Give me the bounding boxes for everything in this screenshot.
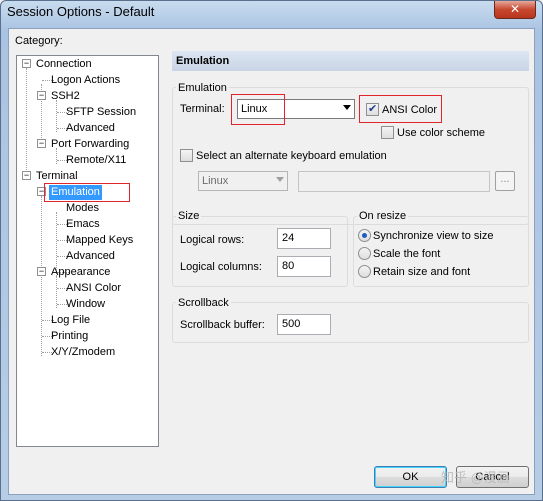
retain-size-radio[interactable] — [358, 265, 371, 278]
scale-font-radio[interactable] — [358, 247, 371, 260]
scrollback-group-label: Scrollback — [176, 297, 231, 309]
tree-connector — [41, 196, 42, 356]
collapse-connection-icon[interactable]: − — [22, 59, 31, 68]
emulation-group-label: Emulation — [176, 82, 229, 94]
tree-item-logon-actions[interactable]: Logon Actions — [49, 73, 122, 88]
window-title: Session Options - Default — [7, 4, 155, 19]
tree-item-ansi-color[interactable]: ANSI Color — [64, 281, 123, 296]
size-group-label: Size — [176, 210, 202, 222]
logical-rows-input[interactable]: 24 — [277, 228, 331, 249]
on-resize-group-label: On resize — [357, 210, 409, 222]
use-color-scheme-checkbox[interactable] — [381, 126, 394, 139]
browse-button[interactable]: ... — [495, 171, 515, 191]
tree-item-emacs[interactable]: Emacs — [64, 217, 102, 232]
tree-item-printing[interactable]: Printing — [49, 329, 90, 344]
collapse-appearance-icon[interactable]: − — [37, 267, 46, 276]
tree-item-appearance[interactable]: Appearance — [49, 265, 112, 280]
scrollback-buffer-input[interactable]: 500 — [277, 314, 331, 335]
category-label: Category: — [15, 35, 63, 47]
scale-font-label[interactable]: Scale the font — [373, 248, 440, 260]
tree-item-sftp-session[interactable]: SFTP Session — [64, 105, 138, 120]
annotation-highlight-terminal — [231, 94, 285, 125]
chevron-down-icon — [343, 105, 351, 110]
title-bar[interactable]: Session Options - Default ✕ — [1, 1, 542, 25]
close-button[interactable]: ✕ — [494, 1, 536, 19]
panel-title: Emulation — [172, 51, 529, 71]
logical-columns-input[interactable]: 80 — [277, 256, 331, 277]
annotation-highlight-emulation — [44, 183, 130, 202]
tree-item-window[interactable]: Window — [64, 297, 107, 312]
tree-item-port-forwarding[interactable]: Port Forwarding — [49, 137, 131, 152]
scrollback-buffer-label: Scrollback buffer: — [180, 319, 265, 331]
tree-item-log-file[interactable]: Log File — [49, 313, 92, 328]
tree-item-connection[interactable]: Connection — [34, 57, 94, 72]
collapse-terminal-icon[interactable]: − — [22, 171, 31, 180]
alternate-emulation-value: Linux — [202, 175, 229, 187]
logical-rows-label: Logical rows: — [180, 234, 245, 246]
retain-size-label[interactable]: Retain size and font — [373, 266, 470, 278]
tree-item-modes[interactable]: Modes — [64, 201, 101, 216]
tree-item-ssh2-advanced[interactable]: Advanced — [64, 121, 117, 136]
tree-item-terminal[interactable]: Terminal — [34, 169, 80, 184]
category-tree[interactable]: − − − − − − Connection Logon Actions SSH… — [16, 55, 159, 447]
alternate-emulation-label[interactable]: Select an alternate keyboard emulation — [196, 150, 387, 162]
tree-item-emulation-advanced[interactable]: Advanced — [64, 249, 117, 264]
collapse-port-forwarding-icon[interactable]: − — [37, 139, 46, 148]
alternate-emulation-path[interactable] — [298, 171, 490, 192]
watermark: 知乎 @漫画 — [441, 470, 510, 485]
synchronize-view-label[interactable]: Synchronize view to size — [373, 230, 493, 242]
chevron-down-icon — [276, 177, 284, 182]
synchronize-view-radio[interactable] — [358, 229, 371, 242]
logical-columns-label: Logical columns: — [180, 261, 262, 273]
annotation-highlight-ansi-color — [359, 95, 442, 123]
terminal-label: Terminal: — [180, 103, 225, 115]
tree-item-remote-x11[interactable]: Remote/X11 — [64, 153, 128, 168]
tree-connector — [26, 68, 27, 180]
tree-item-mapped-keys[interactable]: Mapped Keys — [64, 233, 135, 248]
session-options-window: Session Options - Default ✕ Category: − … — [0, 0, 543, 501]
tree-item-xyzmodem[interactable]: X/Y/Zmodem — [49, 345, 117, 360]
use-color-scheme-label[interactable]: Use color scheme — [397, 127, 485, 139]
alternate-emulation-checkbox[interactable] — [180, 149, 193, 162]
collapse-ssh2-icon[interactable]: − — [37, 91, 46, 100]
alternate-emulation-combo[interactable]: Linux — [198, 171, 288, 191]
tree-item-ssh2[interactable]: SSH2 — [49, 89, 82, 104]
ok-button[interactable]: OK — [374, 466, 447, 488]
dialog-client-area: Category: − − − − − − Connection Logon A… — [8, 28, 535, 495]
